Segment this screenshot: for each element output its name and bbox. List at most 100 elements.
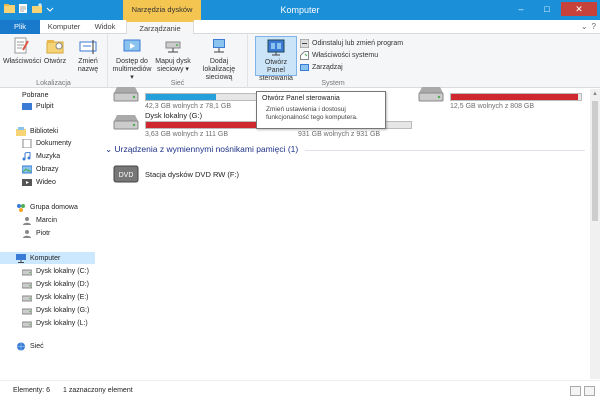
group-location-label: Lokalizacja [36, 80, 71, 87]
nav-item-computer[interactable]: Komputer [0, 252, 95, 264]
map-network-drive-icon [163, 36, 183, 56]
drive-free-space: 3,63 GB wolnych z 111 GB [145, 131, 229, 138]
music-icon [22, 150, 32, 161]
hard-drive-icon [21, 319, 33, 328]
rename-label: Zmień nazwę [77, 58, 99, 73]
uninstall-program-button[interactable]: Odinstaluj lub zmień program [299, 38, 404, 49]
manage-label: Zarządzaj [312, 64, 343, 71]
nav-item-network[interactable]: Sieć [16, 340, 44, 352]
tab-computer[interactable]: Komputer [45, 20, 83, 34]
media-access-label: Dostęp do multimediów ▾ [112, 58, 152, 81]
nav-label: Dysk lokalny (D:) [36, 280, 89, 288]
item-count: Elementy: 6 [13, 387, 50, 394]
nav-item-homegroup[interactable]: Grupa domowa [16, 201, 78, 213]
tooltip-title: Otwórz Panel sterowania [262, 95, 340, 102]
nav-item-libraries[interactable]: Biblioteki [16, 125, 58, 137]
nav-item-pictures[interactable]: Obrazy [21, 163, 59, 175]
maximize-button[interactable]: □ [535, 2, 559, 16]
content-pane: 42,3 GB wolnych z 78,1 GB 12,5 GB wolnyc… [95, 87, 590, 379]
ribbon-tabs: Plik Komputer Widok Zarządzanie ⌄ ? [0, 20, 600, 34]
videos-icon [22, 178, 32, 187]
close-button[interactable]: ✕ [561, 2, 597, 16]
tab-file[interactable]: Plik [0, 20, 40, 34]
hard-drive-icon [112, 83, 140, 105]
map-network-drive-button[interactable]: Mapuj dysk sieciowy ▾ [154, 36, 192, 74]
drive-free-space: 12,5 GB wolnych z 808 GB [450, 103, 535, 110]
pictures-icon [21, 165, 33, 174]
nav-item-desktop[interactable]: Pulpit [22, 100, 54, 112]
user-icon [22, 229, 32, 238]
open-button[interactable]: Otwórz [41, 36, 69, 66]
user-icon [22, 216, 32, 225]
nav-item-drive-l[interactable]: Dysk lokalny (L:) [21, 317, 88, 329]
rename-button[interactable]: Zmień nazwę [72, 36, 104, 74]
nav-item-user-piotr[interactable]: Piotr [22, 227, 50, 239]
drive-usage-bar [450, 93, 582, 101]
media-access-button[interactable]: Dostęp do multimediów ▾ [112, 36, 152, 82]
properties-label: Właściwości [3, 58, 42, 65]
nav-item-videos[interactable]: Wideo [22, 176, 56, 188]
scroll-thumb[interactable] [592, 101, 598, 221]
large-icons-view-button[interactable] [584, 386, 595, 396]
nav-item-documents[interactable]: Dokumenty [22, 137, 71, 149]
tab-view[interactable]: Widok [88, 20, 122, 34]
vertical-scrollbar[interactable]: ▲ [590, 89, 600, 379]
properties-icon [11, 36, 31, 56]
system-properties-button[interactable]: Właściwości systemu [300, 50, 378, 61]
uninstall-program-icon [299, 38, 310, 49]
dvd-drive-tile[interactable]: DVD Stacja dysków DVD RW (F:) [112, 163, 302, 189]
scroll-up-icon[interactable]: ▲ [590, 89, 600, 99]
tab-manage[interactable]: Zarządzanie [126, 20, 194, 34]
nav-label: Dysk lokalny (L:) [36, 319, 88, 327]
add-network-location-button[interactable]: Dodaj lokalizację sieciową [194, 36, 244, 82]
manage-icon [300, 63, 309, 72]
libraries-icon [16, 126, 26, 136]
nav-label: Dysk lokalny (G:) [36, 306, 90, 314]
open-icon [45, 36, 65, 56]
hard-drive-icon [21, 267, 33, 276]
nav-item-drive-d[interactable]: Dysk lokalny (D:) [21, 278, 89, 290]
desktop-icon [22, 102, 32, 111]
details-view-button[interactable] [570, 386, 581, 396]
nav-item-drive-c[interactable]: Dysk lokalny (C:) [21, 265, 89, 277]
nav-item-drive-e[interactable]: Dysk lokalny (E:) [21, 291, 89, 303]
drive-usage-fill [146, 94, 216, 100]
add-network-location-icon [209, 36, 229, 56]
nav-label: Pulpit [36, 102, 54, 110]
nav-label: Dysk lokalny (C:) [36, 267, 89, 275]
section-divider [305, 150, 585, 151]
drive-name: Dysk lokalny (G:) [145, 111, 203, 120]
uninstall-program-label: Odinstaluj lub zmień program [312, 40, 404, 47]
nav-label: Dokumenty [36, 139, 72, 147]
properties-button[interactable]: Właściwości [3, 36, 42, 66]
minimize-button[interactable]: – [509, 2, 533, 16]
nav-item-drive-g[interactable]: Dysk lokalny (G:) [21, 304, 90, 316]
documents-icon [22, 138, 32, 148]
navigation-pane: Pobrane Pulpit Biblioteki Dokumenty Muzy… [0, 89, 95, 379]
open-control-panel-button[interactable]: Otwórz Panel sterowania [255, 36, 297, 82]
help-icon[interactable]: ? [592, 22, 596, 31]
dvd-logo: DVD [119, 172, 134, 179]
nav-item-music[interactable]: Muzyka [22, 150, 60, 162]
nav-label: Obrazy [36, 165, 59, 173]
control-panel-tooltip: Otwórz Panel sterowania Zmień ustawienia… [256, 91, 386, 129]
nav-label: Sieć [30, 342, 44, 350]
hard-drive-icon [417, 83, 445, 105]
system-properties-label: Właściwości systemu [312, 52, 379, 59]
manage-button[interactable]: Zarządzaj [300, 62, 343, 73]
ribbon-collapse-icon[interactable]: ⌄ [581, 22, 588, 31]
nav-item-user-marcin[interactable]: Marcin [22, 214, 57, 226]
add-network-location-label: Dodaj lokalizację sieciową [202, 58, 236, 81]
map-network-drive-label: Mapuj dysk sieciowy ▾ [155, 58, 191, 73]
hard-drive-icon [21, 306, 33, 315]
status-bar: Elementy: 6 1 zaznaczony element [0, 380, 600, 402]
hard-drive-icon [21, 293, 33, 302]
title-bar: Narzędzia dysków Komputer – □ ✕ [0, 0, 600, 20]
ribbon: Właściwości Otwórz Zmień nazwę Lokalizac… [0, 34, 600, 88]
removable-section-header[interactable]: ⌄ Urządzenia z wymiennymi nośnikami pami… [105, 144, 298, 155]
drive-free-space: 42,3 GB wolnych z 78,1 GB [145, 103, 231, 110]
network-icon [16, 342, 26, 351]
media-access-icon [122, 36, 142, 56]
drive-tile[interactable]: 12,5 GB wolnych z 808 GB [417, 83, 587, 111]
nav-label: Grupa domowa [30, 203, 78, 211]
